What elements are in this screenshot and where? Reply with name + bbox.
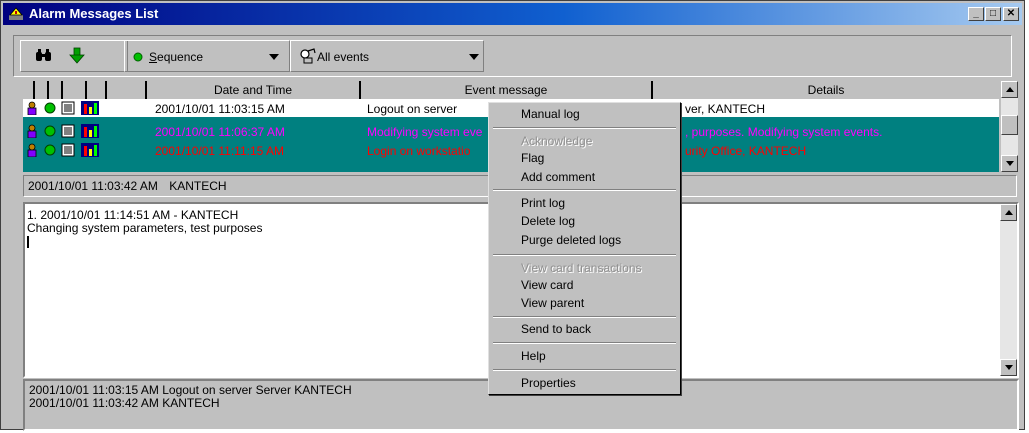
menu-separator [493,189,676,191]
list-header: Date and Time Event message Details [23,81,999,99]
text-caret [27,236,29,248]
menu-separator [493,127,676,129]
door-icon [61,101,75,115]
menu-item-print-log[interactable]: Print log [521,196,565,210]
chevron-up-icon [1005,210,1013,215]
summary-line-2: 2001/10/01 11:03:42 AM KANTECH [29,396,220,410]
row-date: 2001/10/01 11:03:15 AM [155,102,285,116]
column-date-time[interactable]: Date and Time [147,81,361,99]
title-bar[interactable]: Alarm Messages List _ □ ✕ [3,3,1022,25]
chevron-down-icon[interactable] [469,54,479,60]
menu-item-send-to-back[interactable]: Send to back [521,322,591,336]
menu-item-add-comment[interactable]: Add comment [521,170,595,184]
filter-combo[interactable]: All events [290,40,484,72]
menu-item-view-parent[interactable]: View parent [521,296,584,310]
menu-separator [493,369,676,371]
status-operator: KANTECH [169,179,227,193]
arrow-down-icon[interactable] [69,47,85,65]
column-icon-6[interactable] [107,81,147,99]
chevron-down-icon[interactable] [269,54,279,60]
comment-line-2: Changing system parameters, test purpose… [27,221,263,235]
window-title: Alarm Messages List [29,6,159,21]
menu-item-view-card[interactable]: View card [521,278,573,292]
tool-group [20,40,128,72]
chevron-down-icon [1005,365,1013,370]
row-event: Modifying system eve [367,125,483,139]
sort-combo[interactable]: Sequence [124,40,290,72]
chevron-down-icon [1006,161,1014,166]
status-timestamp: 2001/10/01 11:03:42 AM [28,179,158,193]
maximize-button[interactable]: □ [985,7,1001,21]
user-icon [27,124,37,138]
user-icon [27,101,37,115]
context-menu: Manual log Acknowledge Flag Add comment … [488,102,681,395]
menu-item-help[interactable]: Help [521,349,546,363]
menu-separator [493,254,676,256]
toolbar: Sequence All events [13,35,1012,77]
scroll-up-button[interactable] [1001,81,1018,98]
filter-combo-label: All events [317,50,370,64]
column-details[interactable]: Details [653,81,999,99]
row-details: ver, KANTECH [685,102,766,116]
column-icon-3[interactable] [49,81,63,99]
chevron-up-icon [1006,87,1014,92]
door-icon [61,143,75,157]
sort-combo-label: Sequence [149,50,204,64]
grid-icon [81,124,99,138]
row-event: Login on workstatio [367,144,471,158]
list-scrollbar[interactable] [1001,81,1018,172]
door-icon [61,124,75,138]
all-events-icon [300,48,316,64]
column-icon-5[interactable] [87,81,107,99]
row-event: Logout on server [367,102,458,116]
status-dot-icon [44,144,56,156]
menu-item-purge-deleted-logs[interactable]: Purge deleted logs [521,233,621,247]
grid-icon [81,143,99,157]
scroll-down-button[interactable] [1000,359,1017,376]
alarm-window: Alarm Messages List _ □ ✕ Sequence All e… [0,0,1025,431]
menu-item-view-card-transactions: View card transactions [521,261,642,275]
menu-separator [493,316,676,318]
column-icon-4[interactable] [63,81,87,99]
minimize-button[interactable]: _ [968,7,984,21]
scroll-down-button[interactable] [1001,155,1018,172]
row-date: 2001/10/01 11:06:37 AM [155,125,285,139]
comment-line-1: 1. 2001/10/01 11:14:51 AM - KANTECH [27,208,239,222]
user-icon [27,143,37,157]
scroll-up-button[interactable] [1000,204,1017,221]
close-button[interactable]: ✕ [1003,7,1019,21]
row-date: 2001/10/01 11:11:15 AM [155,144,284,158]
app-icon [9,7,23,20]
menu-item-acknowledge: Acknowledge [521,134,593,148]
menu-item-delete-log[interactable]: Delete log [521,214,575,228]
grid-icon [81,101,99,115]
menu-separator [493,342,676,344]
row-details: , purposes. Modifying system events. [685,125,883,139]
column-icon-1[interactable] [23,81,35,99]
scroll-thumb[interactable] [1001,115,1018,135]
comment-scrollbar[interactable] [1000,204,1017,376]
menu-item-properties[interactable]: Properties [521,376,576,390]
menu-item-flag[interactable]: Flag [521,151,544,165]
column-icon-2[interactable] [35,81,49,99]
status-dot-icon [133,52,143,62]
status-dot-icon [44,125,56,137]
find-binoculars-icon[interactable] [35,49,53,63]
status-dot-icon [44,102,56,114]
row-details: urity Office, KANTECH [685,144,807,158]
menu-item-manual-log[interactable]: Manual log [521,107,580,121]
column-event-message[interactable]: Event message [361,81,653,99]
